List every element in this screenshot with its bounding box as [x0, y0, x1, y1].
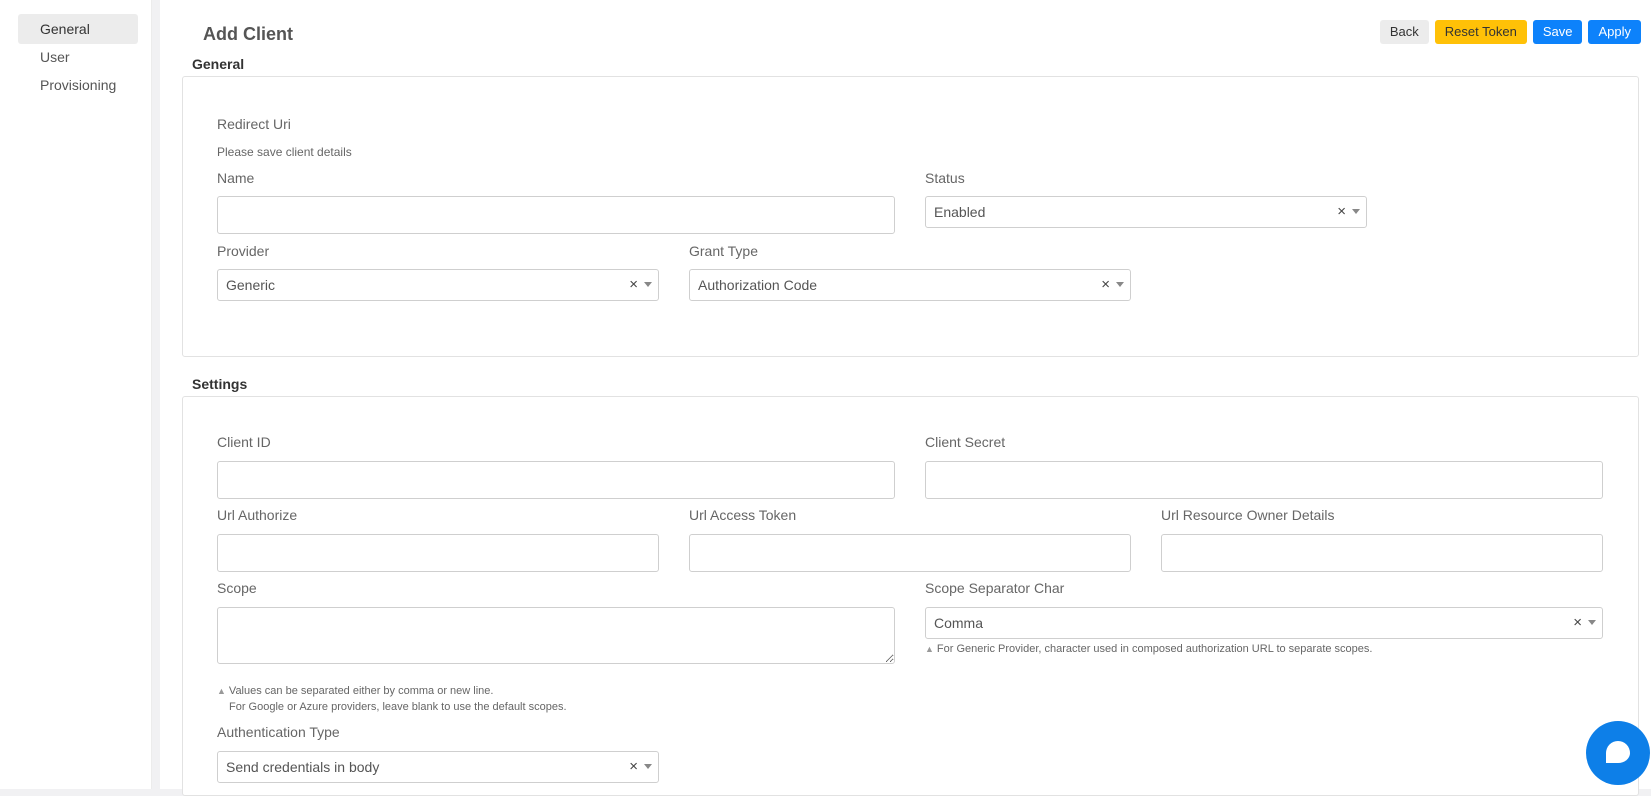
toolbar: Back Reset Token Save Apply	[1379, 20, 1641, 44]
scope-separator-label: Scope Separator Char	[925, 580, 1065, 596]
caret-down-icon[interactable]	[1352, 209, 1360, 214]
status-value: Enabled	[934, 204, 986, 220]
scope-hint-line1: Values can be separated either by comma …	[228, 685, 494, 697]
settings-panel: Client ID Client Secret Url Authorize Ur…	[182, 396, 1639, 796]
scope-label: Scope	[217, 580, 257, 596]
url-authorize-label: Url Authorize	[217, 507, 298, 523]
status-select[interactable]: Enabled ×	[925, 196, 1367, 228]
auth-type-label: Authentication Type	[217, 724, 340, 740]
settings-section-title: Settings	[192, 376, 248, 392]
reset-token-button[interactable]: Reset Token	[1434, 20, 1527, 44]
clear-icon[interactable]: ×	[629, 758, 638, 775]
status-label: Status	[925, 170, 965, 186]
client-id-input[interactable]	[217, 461, 895, 499]
chat-button[interactable]	[1586, 721, 1650, 785]
clear-icon[interactable]: ×	[1101, 276, 1110, 293]
client-secret-input[interactable]	[925, 461, 1603, 499]
auth-type-select[interactable]: Send credentials in body ×	[217, 751, 659, 783]
save-button[interactable]: Save	[1532, 20, 1583, 44]
url-authorize-input[interactable]	[217, 534, 659, 572]
name-label: Name	[217, 170, 255, 186]
grant-type-select[interactable]: Authorization Code ×	[689, 269, 1131, 301]
url-resource-owner-input[interactable]	[1161, 534, 1603, 572]
general-panel: Redirect Uri Please save client details …	[182, 76, 1639, 357]
auth-type-value: Send credentials in body	[226, 759, 380, 775]
url-resource-owner-label: Url Resource Owner Details	[1161, 507, 1335, 523]
scope-separator-value: Comma	[934, 615, 984, 631]
back-button[interactable]: Back	[1379, 20, 1429, 44]
main-content: Add Client Back Reset Token Save Apply G…	[160, 0, 1651, 796]
caret-down-icon[interactable]	[1588, 620, 1596, 625]
apply-button[interactable]: Apply	[1588, 20, 1641, 44]
scope-separator-select[interactable]: Comma ×	[925, 607, 1603, 639]
grant-type-value: Authorization Code	[698, 277, 818, 293]
chat-bubble-icon	[1606, 741, 1630, 763]
provider-select[interactable]: Generic ×	[217, 269, 659, 301]
client-secret-label: Client Secret	[925, 434, 1006, 450]
redirect-uri-note: Please save client details	[217, 145, 352, 159]
hint-marker-icon: ▲	[925, 644, 934, 654]
grant-type-label: Grant Type	[689, 243, 759, 259]
page-title: Add Client	[203, 24, 293, 44]
caret-down-icon[interactable]	[1116, 282, 1124, 287]
client-id-label: Client ID	[217, 434, 271, 450]
general-section-title: General	[192, 56, 245, 72]
caret-down-icon[interactable]	[644, 282, 652, 287]
scope-separator-hint: ▲ For Generic Provider, character used in…	[925, 643, 1372, 655]
scope-textarea[interactable]	[217, 607, 895, 664]
name-input[interactable]	[217, 196, 895, 234]
hint-marker-icon: ▲	[217, 686, 226, 696]
sidebar: General User Provisioning	[0, 0, 152, 789]
scope-separator-hint-text: For Generic Provider, character used in …	[936, 643, 1373, 655]
redirect-uri-label: Redirect Uri	[217, 116, 291, 132]
sidebar-item-general[interactable]: General	[18, 14, 138, 44]
url-access-token-label: Url Access Token	[689, 507, 797, 523]
url-access-token-input[interactable]	[689, 534, 1131, 572]
clear-icon[interactable]: ×	[1337, 203, 1346, 220]
provider-value: Generic	[226, 277, 276, 293]
caret-down-icon[interactable]	[644, 764, 652, 769]
sidebar-item-provisioning[interactable]: Provisioning	[18, 70, 138, 100]
scope-hint: ▲ Values can be separated either by comma…	[217, 685, 493, 697]
provider-label: Provider	[217, 243, 270, 259]
clear-icon[interactable]: ×	[629, 276, 638, 293]
scope-hint-line2: For Google or Azure providers, leave bla…	[229, 701, 567, 713]
clear-icon[interactable]: ×	[1573, 614, 1582, 631]
sidebar-item-user[interactable]: User	[18, 42, 138, 72]
